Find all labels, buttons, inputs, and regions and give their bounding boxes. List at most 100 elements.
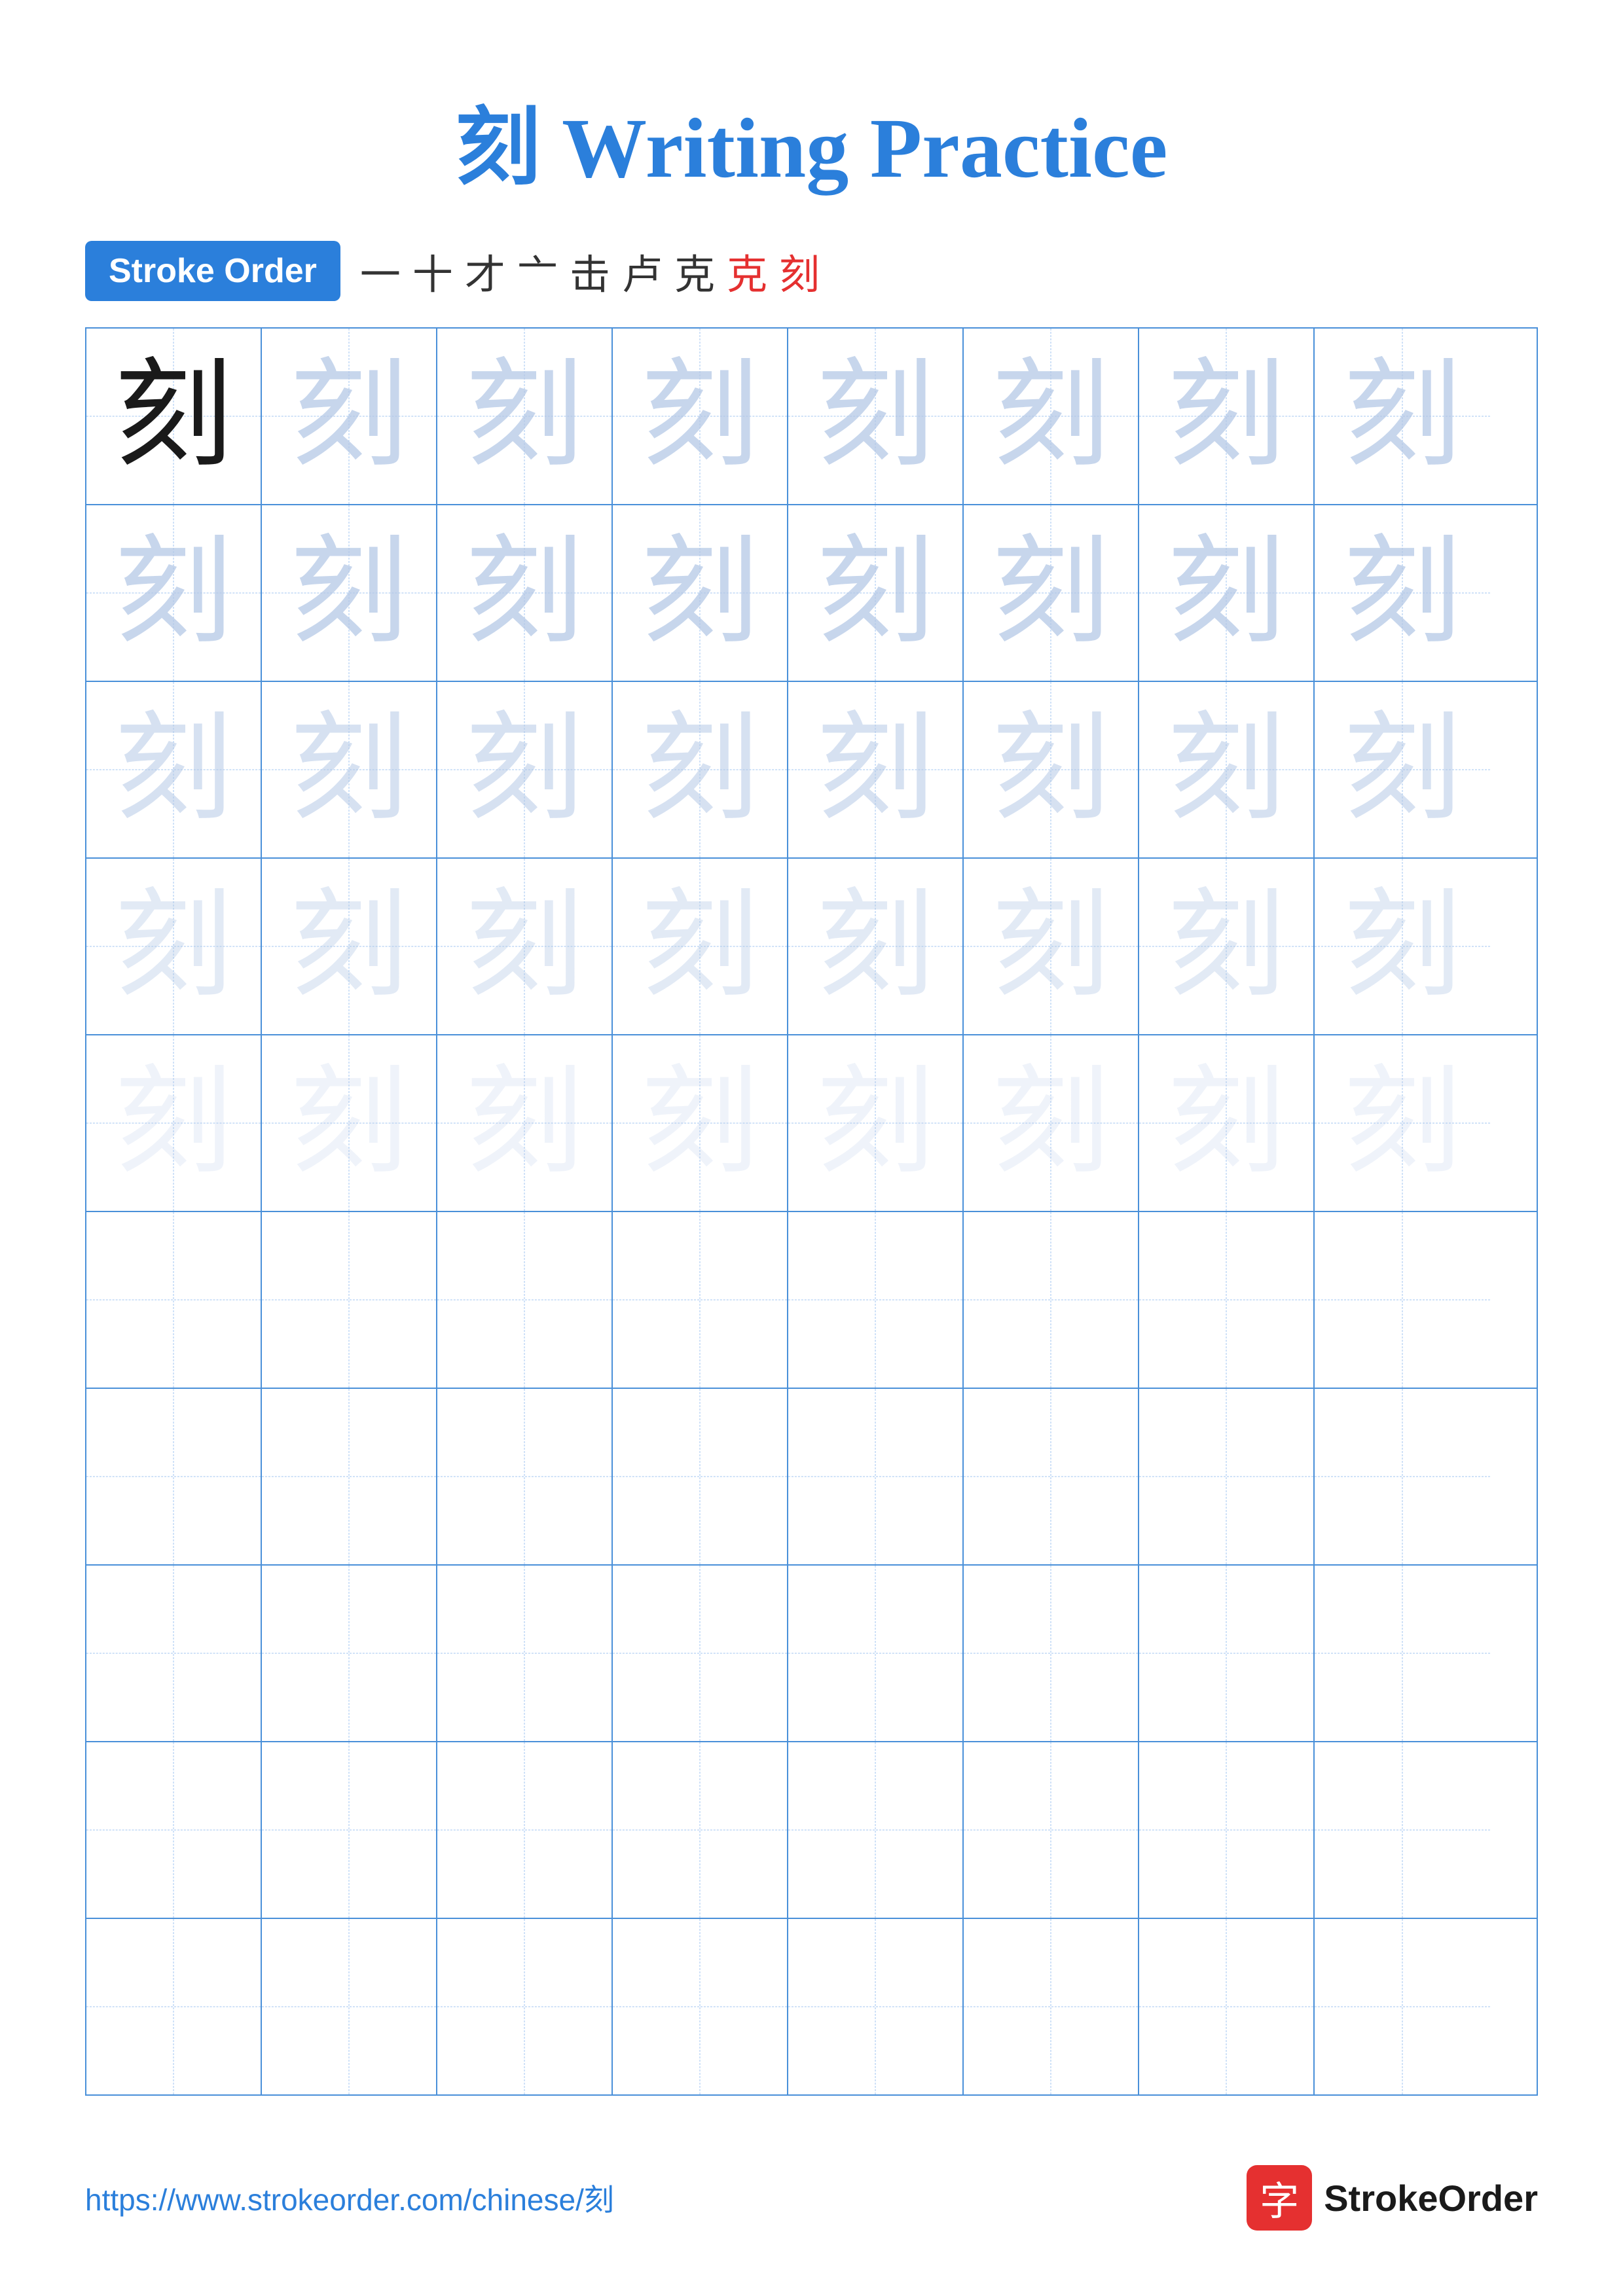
stroke-step-7: 克 xyxy=(674,242,715,300)
grid-cell-9-2[interactable] xyxy=(262,1742,437,1918)
char-faded: 刻 xyxy=(1167,534,1285,652)
grid-cell-8-3[interactable] xyxy=(437,1566,613,1741)
grid-cell-2-7: 刻 xyxy=(1139,505,1315,681)
grid-cell-3-2: 刻 xyxy=(262,682,437,857)
stroke-step-2: 十 xyxy=(412,242,453,300)
grid-cell-10-5[interactable] xyxy=(788,1919,964,2094)
grid-cell-7-8[interactable] xyxy=(1315,1389,1490,1564)
char-full: 刻 xyxy=(115,357,232,475)
grid-cell-4-3: 刻 xyxy=(437,859,613,1034)
grid-cell-4-4: 刻 xyxy=(613,859,788,1034)
char-faded: 刻 xyxy=(816,711,934,829)
grid-row-6 xyxy=(86,1212,1537,1389)
char-faded: 刻 xyxy=(992,888,1110,1005)
grid-cell-3-3: 刻 xyxy=(437,682,613,857)
grid-cell-2-6: 刻 xyxy=(964,505,1139,681)
grid-cell-8-2[interactable] xyxy=(262,1566,437,1741)
char-faded: 刻 xyxy=(290,1064,408,1182)
grid-cell-9-5[interactable] xyxy=(788,1742,964,1918)
grid-cell-9-3[interactable] xyxy=(437,1742,613,1918)
grid-cell-2-1: 刻 xyxy=(86,505,262,681)
footer-logo: 字 StrokeOrder xyxy=(1247,2165,1538,2231)
grid-cell-4-6: 刻 xyxy=(964,859,1139,1034)
grid-cell-7-6[interactable] xyxy=(964,1389,1139,1564)
grid-row-5: 刻 刻 刻 刻 刻 刻 刻 刻 xyxy=(86,1035,1537,1212)
char-faded: 刻 xyxy=(992,1064,1110,1182)
strokeorder-icon: 字 xyxy=(1247,2165,1312,2231)
grid-cell-8-1[interactable] xyxy=(86,1566,262,1741)
char-faded: 刻 xyxy=(641,711,759,829)
grid-cell-9-8[interactable] xyxy=(1315,1742,1490,1918)
grid-cell-2-8: 刻 xyxy=(1315,505,1490,681)
grid-cell-10-6[interactable] xyxy=(964,1919,1139,2094)
grid-row-2: 刻 刻 刻 刻 刻 刻 刻 刻 xyxy=(86,505,1537,682)
grid-cell-6-8[interactable] xyxy=(1315,1212,1490,1388)
grid-cell-6-3[interactable] xyxy=(437,1212,613,1388)
grid-cell-1-4: 刻 xyxy=(613,329,788,504)
grid-cell-1-8: 刻 xyxy=(1315,329,1490,504)
grid-cell-3-8: 刻 xyxy=(1315,682,1490,857)
grid-cell-10-8[interactable] xyxy=(1315,1919,1490,2094)
grid-cell-7-1[interactable] xyxy=(86,1389,262,1564)
grid-row-8 xyxy=(86,1566,1537,1742)
grid-row-7 xyxy=(86,1389,1537,1566)
char-faded: 刻 xyxy=(290,534,408,652)
char-faded: 刻 xyxy=(465,357,583,475)
grid-row-3: 刻 刻 刻 刻 刻 刻 刻 刻 xyxy=(86,682,1537,859)
char-faded: 刻 xyxy=(1167,357,1285,475)
grid-cell-6-7[interactable] xyxy=(1139,1212,1315,1388)
page-title: 刻 Writing Practice xyxy=(0,0,1623,241)
grid-cell-4-1: 刻 xyxy=(86,859,262,1034)
grid-cell-7-3[interactable] xyxy=(437,1389,613,1564)
grid-cell-5-7: 刻 xyxy=(1139,1035,1315,1211)
stroke-order-section: Stroke Order 一 十 才 亠 击 卢 克 克 刻 xyxy=(0,241,1623,301)
grid-row-4: 刻 刻 刻 刻 刻 刻 刻 刻 xyxy=(86,859,1537,1035)
char-faded: 刻 xyxy=(290,711,408,829)
grid-cell-2-2: 刻 xyxy=(262,505,437,681)
grid-cell-6-6[interactable] xyxy=(964,1212,1139,1388)
char-faded: 刻 xyxy=(816,534,934,652)
grid-cell-1-1: 刻 xyxy=(86,329,262,504)
grid-cell-7-5[interactable] xyxy=(788,1389,964,1564)
grid-cell-1-5: 刻 xyxy=(788,329,964,504)
footer-url[interactable]: https://www.strokeorder.com/chinese/刻 xyxy=(85,2176,614,2219)
grid-cell-6-1[interactable] xyxy=(86,1212,262,1388)
grid-cell-9-7[interactable] xyxy=(1139,1742,1315,1918)
grid-cell-8-6[interactable] xyxy=(964,1566,1139,1741)
grid-cell-5-2: 刻 xyxy=(262,1035,437,1211)
grid-cell-6-5[interactable] xyxy=(788,1212,964,1388)
grid-cell-3-4: 刻 xyxy=(613,682,788,857)
grid-cell-3-5: 刻 xyxy=(788,682,964,857)
char-faded: 刻 xyxy=(641,357,759,475)
char-faded: 刻 xyxy=(1343,534,1461,652)
grid-cell-8-8[interactable] xyxy=(1315,1566,1490,1741)
grid-cell-7-7[interactable] xyxy=(1139,1389,1315,1564)
grid-cell-2-5: 刻 xyxy=(788,505,964,681)
grid-cell-8-4[interactable] xyxy=(613,1566,788,1741)
grid-cell-6-2[interactable] xyxy=(262,1212,437,1388)
stroke-step-6: 卢 xyxy=(622,242,663,300)
grid-cell-10-7[interactable] xyxy=(1139,1919,1315,2094)
grid-cell-5-3: 刻 xyxy=(437,1035,613,1211)
grid-cell-10-1[interactable] xyxy=(86,1919,262,2094)
char-faded: 刻 xyxy=(992,534,1110,652)
char-faded: 刻 xyxy=(115,711,232,829)
grid-cell-6-4[interactable] xyxy=(613,1212,788,1388)
grid-cell-8-7[interactable] xyxy=(1139,1566,1315,1741)
grid-cell-10-4[interactable] xyxy=(613,1919,788,2094)
grid-cell-9-4[interactable] xyxy=(613,1742,788,1918)
char-faded: 刻 xyxy=(465,1064,583,1182)
grid-cell-5-1: 刻 xyxy=(86,1035,262,1211)
grid-cell-7-2[interactable] xyxy=(262,1389,437,1564)
grid-cell-10-3[interactable] xyxy=(437,1919,613,2094)
grid-cell-1-3: 刻 xyxy=(437,329,613,504)
char-faded: 刻 xyxy=(1343,357,1461,475)
char-faded: 刻 xyxy=(465,534,583,652)
grid-cell-9-1[interactable] xyxy=(86,1742,262,1918)
stroke-order-badge: Stroke Order xyxy=(85,241,340,301)
grid-cell-5-4: 刻 xyxy=(613,1035,788,1211)
grid-cell-10-2[interactable] xyxy=(262,1919,437,2094)
grid-cell-9-6[interactable] xyxy=(964,1742,1139,1918)
grid-cell-8-5[interactable] xyxy=(788,1566,964,1741)
grid-cell-7-4[interactable] xyxy=(613,1389,788,1564)
